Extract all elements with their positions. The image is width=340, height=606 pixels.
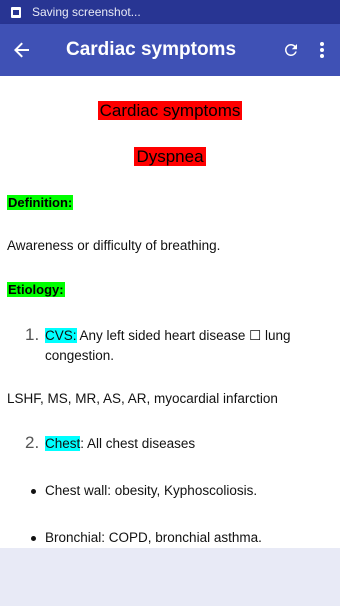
subheading-text: Dyspnea (134, 147, 206, 166)
bullet-item-1: Chest wall: obesity, Kyphoscoliosis. (45, 483, 258, 498)
app-bar-title: Cardiac symptoms (66, 39, 237, 60)
page-heading: Cardiac symptoms (0, 101, 340, 121)
item1-line2: congestion. (45, 348, 115, 363)
bullet-dot (31, 536, 36, 541)
article-content: Cardiac symptoms Dyspnea Definition: Awa… (0, 76, 340, 548)
definition-label: Definition: (7, 195, 74, 210)
bullet-dot (31, 489, 36, 494)
etiology-label-row: Etiology: (7, 282, 65, 297)
item1-line1: CVS: Any left sided heart disease ☐ lung (45, 328, 291, 344)
item2-line: Chest: All chest diseases (45, 436, 195, 451)
definition-text: Awareness or difficulty of breathing. (7, 238, 221, 253)
heading-text: Cardiac symptoms (97, 101, 243, 120)
causes-text: LSHF, MS, MR, AS, AR, myocardial infarct… (7, 391, 278, 406)
definition-label-row: Definition: (7, 195, 74, 210)
subheading: Dyspnea (0, 147, 340, 167)
item1-text: Any left sided heart disease ☐ lung (76, 328, 291, 343)
item2-text: : All chest diseases (80, 436, 196, 451)
list-number-1: 1. (25, 325, 40, 344)
status-text: Saving screenshot... (32, 5, 141, 19)
back-arrow-icon[interactable] (12, 40, 32, 60)
item1-keyword: CVS: (45, 328, 77, 343)
more-vert-icon[interactable] (314, 39, 330, 61)
screenshot-icon (11, 6, 21, 18)
bullet-item-2: Bronchial: COPD, bronchial asthma. (45, 530, 262, 545)
bottom-blank-area (0, 548, 340, 606)
etiology-label: Etiology: (7, 282, 65, 297)
refresh-icon[interactable] (280, 39, 302, 61)
list-number-2: 2. (25, 433, 40, 452)
status-bar: Saving screenshot... (0, 0, 340, 24)
item2-keyword: Chest (45, 436, 81, 451)
app-bar: Cardiac symptoms (0, 24, 340, 76)
